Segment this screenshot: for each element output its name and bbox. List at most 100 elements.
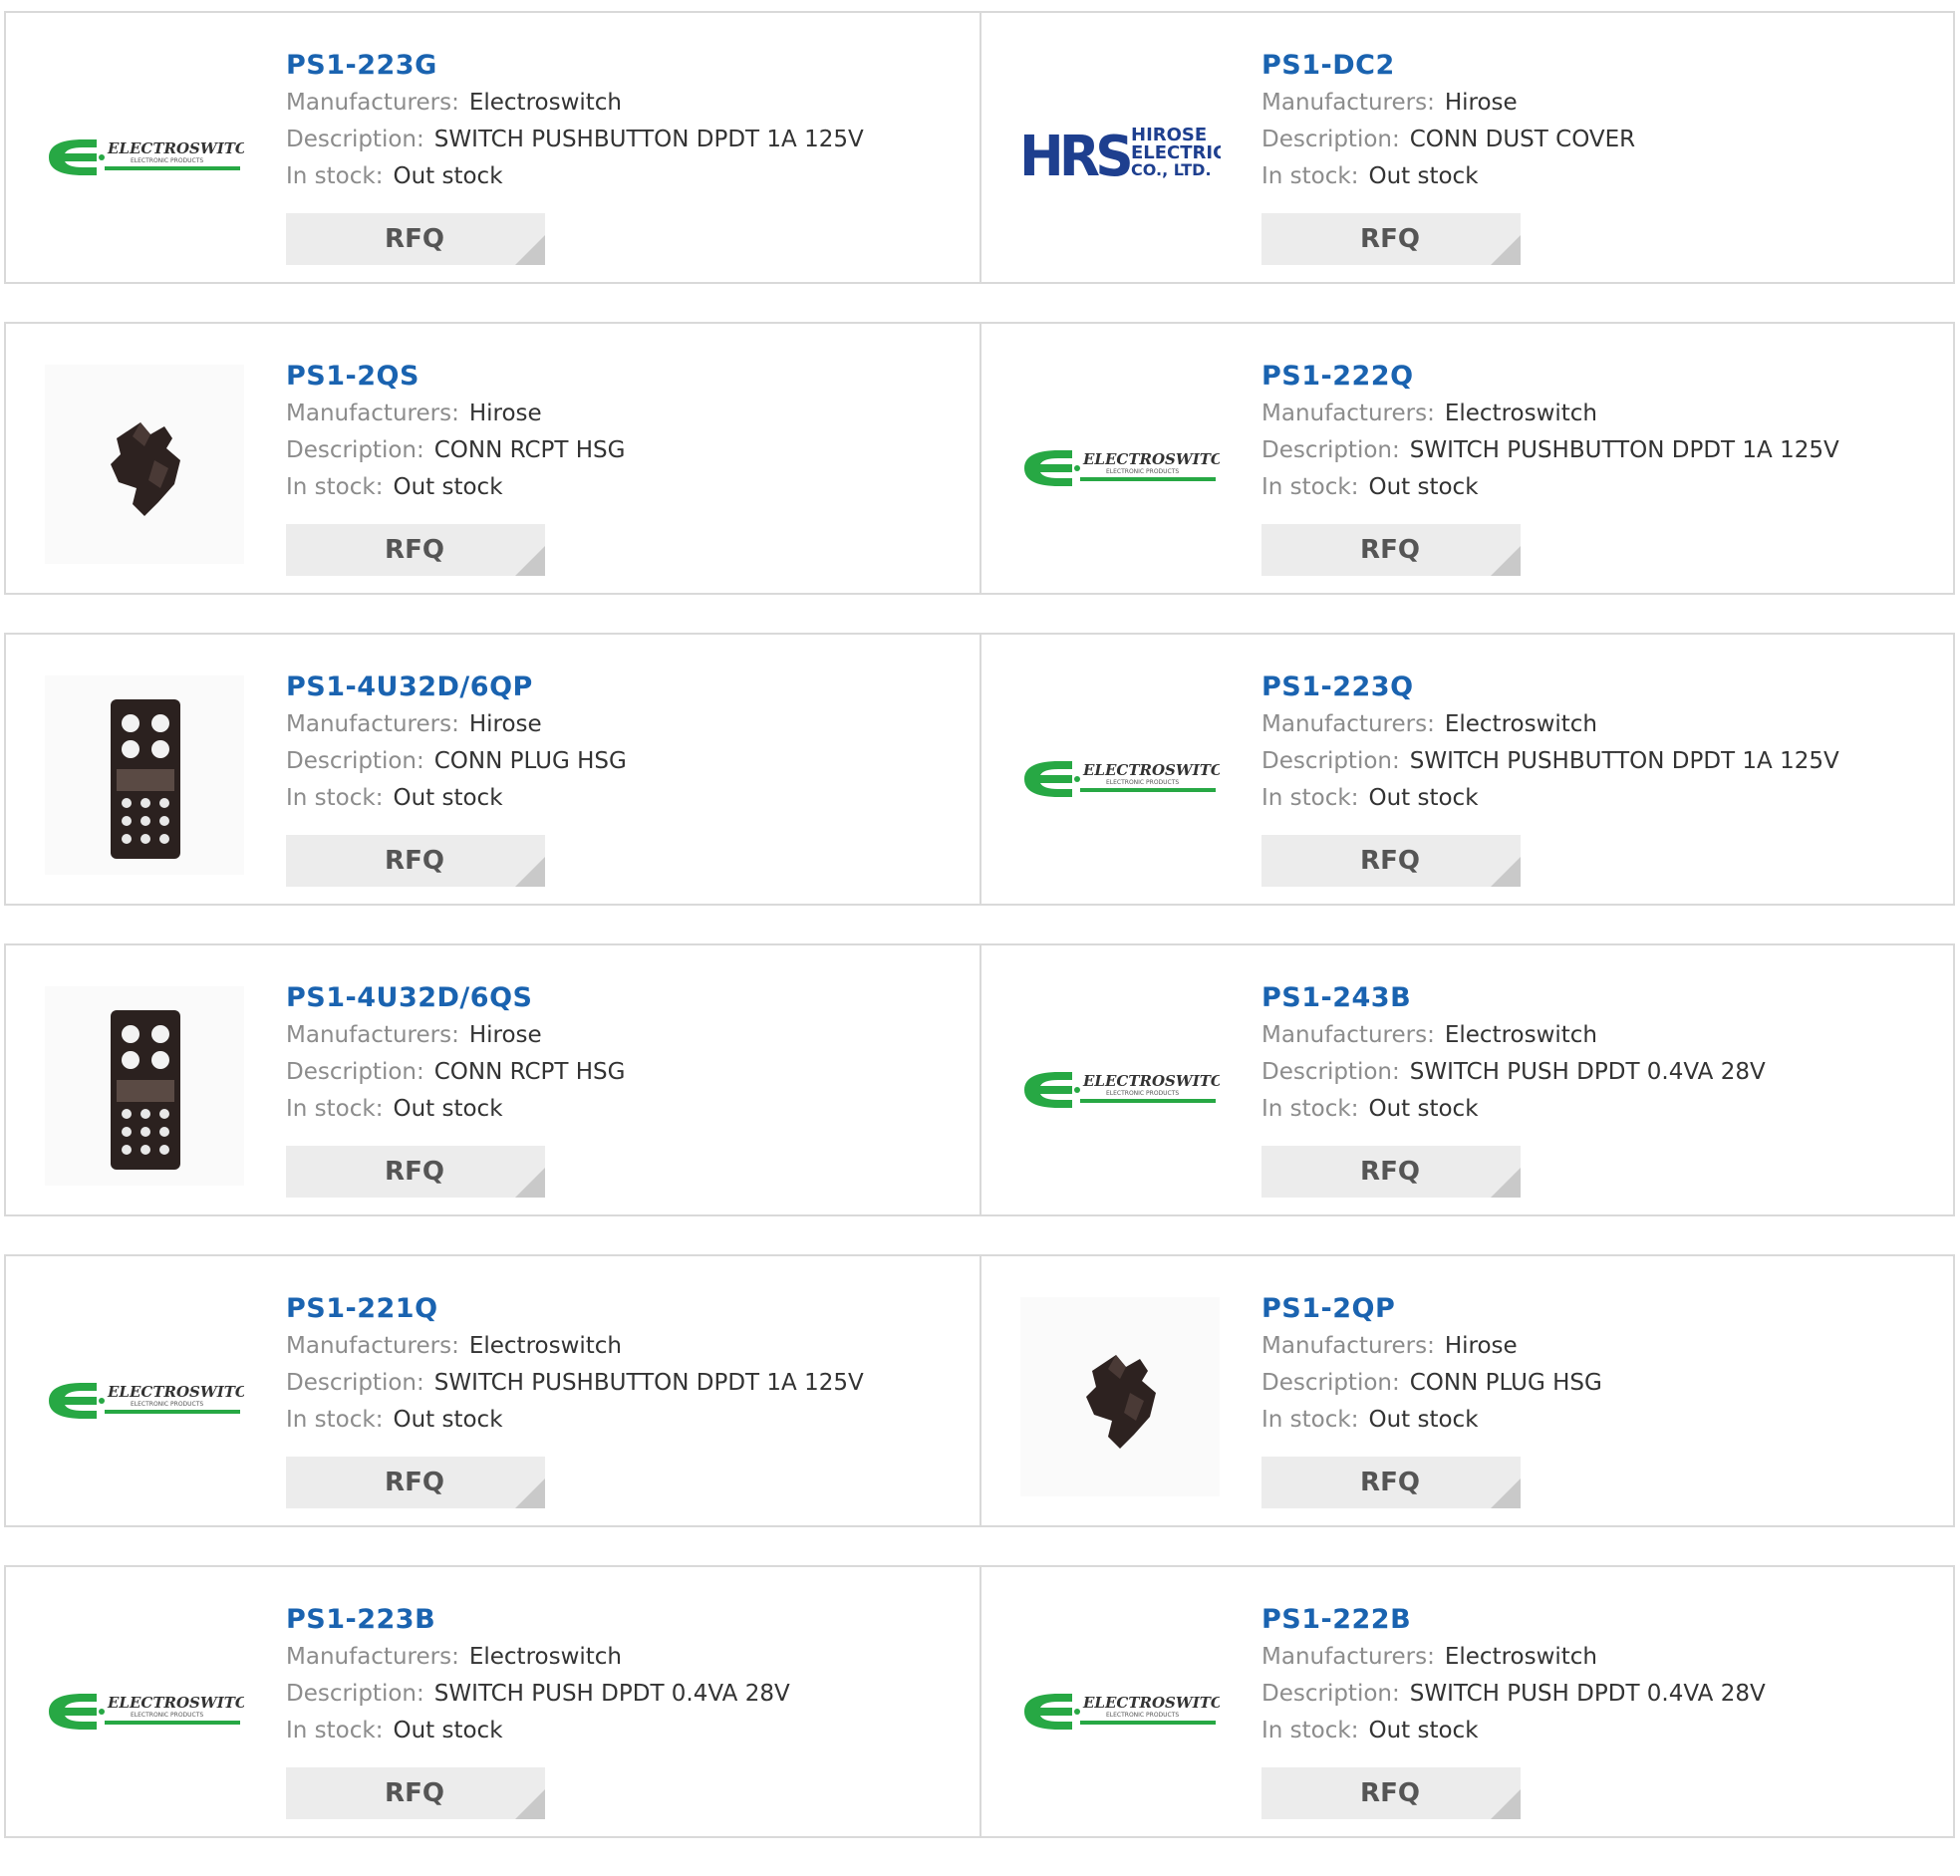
stock-line: In stock: Out stock	[1261, 158, 1943, 195]
stock-label: In stock:	[286, 1407, 384, 1433]
rfq-label: RFQ	[1360, 224, 1420, 254]
description-value: SWITCH PUSHBUTTON DPDT 1A 125V	[433, 1370, 864, 1396]
manufacturer-value: Hirose	[468, 401, 542, 426]
product-title-link[interactable]: PS1-2QP	[1261, 1290, 1395, 1328]
product-title-link[interactable]: PS1-221Q	[286, 1290, 438, 1328]
product-title-link[interactable]: PS1-2QS	[286, 358, 420, 396]
description-value: SWITCH PUSH DPDT 0.4VA 28V	[1409, 1059, 1766, 1085]
product-thumbnail[interactable]	[44, 985, 245, 1187]
product-thumbnail[interactable]	[44, 364, 245, 565]
description-value: CONN DUST COVER	[1409, 127, 1636, 152]
product-card: ELECTROSWITCH ELECTRONIC PRODUCTS PS1-24…	[980, 945, 1953, 1214]
electroswitch-logo: ELECTROSWITCH ELECTRONIC PRODUCTS	[1024, 450, 1220, 486]
product-row: ELECTROSWITCH ELECTRONIC PRODUCTS PS1-22…	[4, 11, 1955, 284]
manufacturer-line: Manufacturers: Electroswitch	[1261, 396, 1943, 432]
description-label: Description:	[1261, 1681, 1400, 1707]
rfq-button[interactable]: RFQ	[286, 213, 545, 265]
rfq-button[interactable]: RFQ	[286, 835, 545, 887]
rfq-button[interactable]: RFQ	[1261, 213, 1521, 265]
electroswitch-wordmark: ELECTROSWITCH	[107, 139, 244, 157]
stock-label: In stock:	[1261, 785, 1359, 811]
stock-label: In stock:	[286, 785, 384, 811]
manufacturer-line: Manufacturers: Hirose	[286, 396, 970, 432]
stock-line: In stock: Out stock	[286, 780, 970, 817]
product-card: PS1-4U32D/6QS Manufacturers: Hirose Descrip…	[6, 945, 980, 1214]
rfq-button[interactable]: RFQ	[1261, 1146, 1521, 1198]
description-line: Description: CONN PLUG HSG	[1261, 1365, 1943, 1402]
rfq-label: RFQ	[385, 1468, 444, 1497]
rfq-corner-decoration	[515, 235, 545, 265]
stock-value: Out stock	[1368, 1407, 1479, 1433]
manufacturer-label: Manufacturers:	[1261, 1333, 1435, 1359]
rfq-corner-decoration	[515, 1789, 545, 1819]
stock-value: Out stock	[1368, 163, 1479, 189]
product-title-link[interactable]: PS1-222Q	[1261, 358, 1414, 396]
electroswitch-tagline: ELECTRONIC PRODUCTS	[131, 1401, 203, 1408]
manufacturer-line: Manufacturers: Electroswitch	[1261, 1639, 1943, 1676]
rfq-button[interactable]: RFQ	[1261, 1457, 1521, 1508]
electroswitch-tagline: ELECTRONIC PRODUCTS	[1106, 1712, 1179, 1719]
product-thumbnail[interactable]: ELECTROSWITCH ELECTRONIC PRODUCTS	[44, 53, 245, 254]
product-title-link[interactable]: PS1-222B	[1261, 1601, 1411, 1639]
product-title-link[interactable]: PS1-DC2	[1261, 47, 1395, 85]
product-thumbnail[interactable]: ELECTROSWITCH ELECTRONIC PRODUCTS	[1019, 1607, 1221, 1808]
product-card: PS1-4U32D/6QP Manufacturers: Hirose Descrip…	[6, 635, 980, 904]
product-title-link[interactable]: PS1-223B	[286, 1601, 435, 1639]
electroswitch-wordmark: ELECTROSWITCH	[1082, 1072, 1220, 1090]
electroswitch-logo: ELECTROSWITCH ELECTRONIC PRODUCTS	[49, 139, 244, 175]
hirose-logo: HRS HIROSE ELECTRIC CO., LTD.	[1019, 125, 1221, 188]
description-value: SWITCH PUSHBUTTON DPDT 1A 125V	[1409, 748, 1839, 774]
product-card: PS1-2QP Manufacturers: Hirose Description: C…	[980, 1256, 1953, 1525]
manufacturer-value: Electroswitch	[468, 1333, 623, 1359]
manufacturer-label: Manufacturers:	[286, 1333, 459, 1359]
product-title-link[interactable]: PS1-4U32D/6QS	[286, 979, 532, 1017]
product-info: PS1-2QP Manufacturers: Hirose Description: C…	[1261, 1290, 1943, 1439]
connector-block-image	[45, 986, 244, 1186]
product-title-link[interactable]: PS1-223Q	[1261, 669, 1414, 706]
rfq-label: RFQ	[385, 224, 444, 254]
rfq-button[interactable]: RFQ	[286, 1146, 545, 1198]
product-thumbnail[interactable]: ELECTROSWITCH ELECTRONIC PRODUCTS	[1019, 985, 1221, 1187]
product-thumbnail[interactable]: ELECTROSWITCH ELECTRONIC PRODUCTS	[44, 1296, 245, 1497]
product-thumbnail[interactable]: ELECTROSWITCH ELECTRONIC PRODUCTS	[44, 1607, 245, 1808]
manufacturer-value: Electroswitch	[468, 1644, 623, 1670]
rfq-button[interactable]: RFQ	[1261, 835, 1521, 887]
connector-block-image	[45, 675, 244, 875]
rfq-button[interactable]: RFQ	[286, 524, 545, 576]
rfq-button[interactable]: RFQ	[286, 1767, 545, 1819]
product-row: PS1-4U32D/6QP Manufacturers: Hirose Descrip…	[4, 633, 1955, 906]
rfq-button[interactable]: RFQ	[1261, 1767, 1521, 1819]
product-thumbnail[interactable]: ELECTROSWITCH ELECTRONIC PRODUCTS	[1019, 364, 1221, 565]
stock-value: Out stock	[1368, 1718, 1479, 1743]
product-card: ELECTROSWITCH ELECTRONIC PRODUCTS PS1-22…	[980, 1567, 1953, 1836]
rfq-corner-decoration	[1491, 1789, 1521, 1819]
description-line: Description: CONN RCPT HSG	[286, 432, 970, 469]
rfq-button[interactable]: RFQ	[1261, 524, 1521, 576]
description-label: Description:	[1261, 437, 1400, 463]
manufacturer-label: Manufacturers:	[286, 401, 459, 426]
electroswitch-wordmark: ELECTROSWITCH	[1082, 761, 1220, 779]
product-title-link[interactable]: PS1-223G	[286, 47, 437, 85]
product-thumbnail[interactable]: HRS HIROSE ELECTRIC CO., LTD.	[1019, 53, 1221, 254]
stock-line: In stock: Out stock	[286, 469, 970, 506]
product-row: PS1-4U32D/6QS Manufacturers: Hirose Descrip…	[4, 943, 1955, 1216]
product-info: PS1-223Q Manufacturers: Electroswitch Descr…	[1261, 669, 1943, 817]
product-thumbnail[interactable]	[44, 674, 245, 876]
product-thumbnail[interactable]	[1019, 1296, 1221, 1497]
rfq-corner-decoration	[1491, 235, 1521, 265]
stock-line: In stock: Out stock	[286, 1091, 970, 1128]
product-title-link[interactable]: PS1-243B	[1261, 979, 1411, 1017]
manufacturer-value: Electroswitch	[468, 90, 623, 116]
connector-housing-image	[45, 365, 244, 564]
product-card: HRS HIROSE ELECTRIC CO., LTD. PS1-DC2 Man…	[980, 13, 1953, 282]
product-info: PS1-4U32D/6QS Manufacturers: Hirose Descrip…	[286, 979, 970, 1128]
manufacturer-line: Manufacturers: Electroswitch	[286, 1328, 970, 1365]
manufacturer-value: Electroswitch	[1444, 1022, 1598, 1048]
rfq-button[interactable]: RFQ	[286, 1457, 545, 1508]
manufacturer-label: Manufacturers:	[286, 1644, 459, 1670]
product-title-link[interactable]: PS1-4U32D/6QP	[286, 669, 533, 706]
product-thumbnail[interactable]: ELECTROSWITCH ELECTRONIC PRODUCTS	[1019, 674, 1221, 876]
description-label: Description:	[1261, 127, 1400, 152]
product-card: ELECTROSWITCH ELECTRONIC PRODUCTS PS1-22…	[6, 13, 980, 282]
electroswitch-logo: ELECTROSWITCH ELECTRONIC PRODUCTS	[1024, 1072, 1220, 1108]
